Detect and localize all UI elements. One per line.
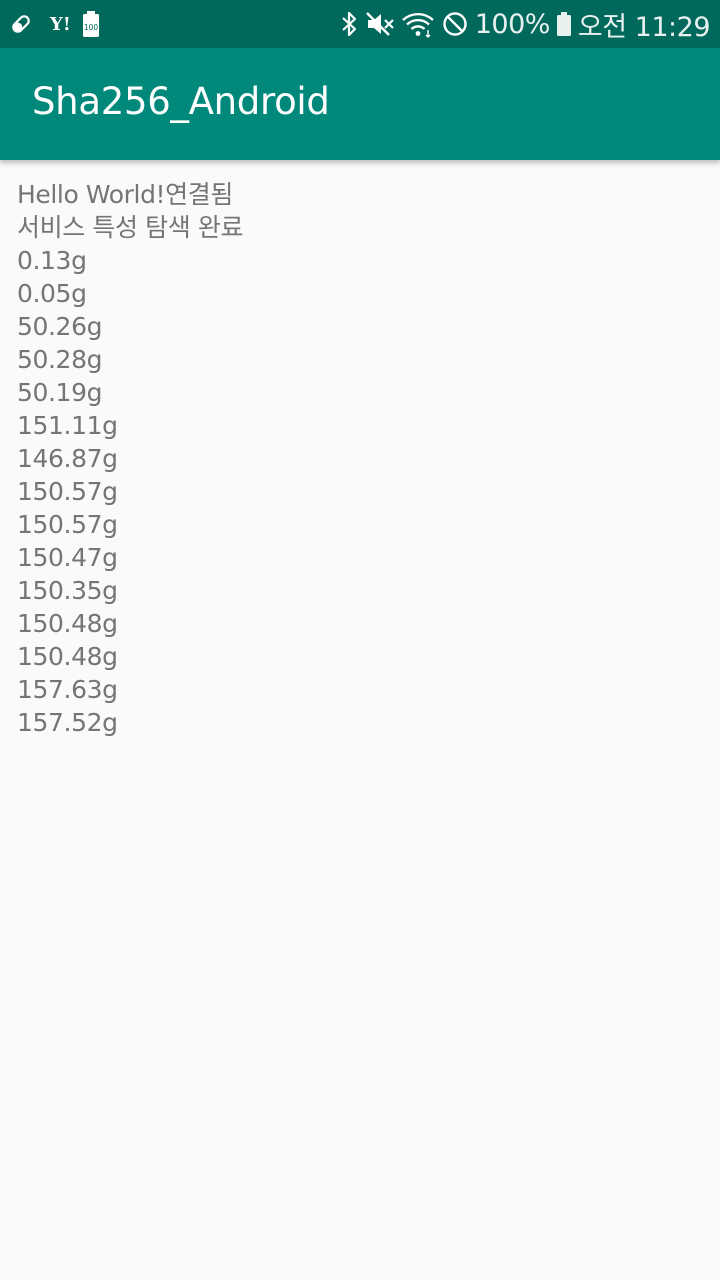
yahoo-icon: Y!: [50, 13, 71, 35]
log-line: 0.05g: [17, 279, 87, 308]
log-line: 150.47g: [17, 543, 118, 572]
mute-icon: [365, 10, 395, 38]
log-line: 157.63g: [17, 675, 118, 704]
log-line: 150.48g: [17, 609, 118, 638]
battery-percent: 100%: [474, 8, 551, 40]
log-line: 151.11g: [17, 411, 118, 440]
do-not-disturb-icon: [441, 10, 469, 38]
system-icons: 100% 오전 11:29: [339, 5, 711, 44]
log-line: 150.57g: [17, 477, 118, 506]
log-line: 150.35g: [17, 576, 118, 605]
app-bar: Sha256_Android: [0, 48, 720, 160]
log-line: 50.28g: [17, 345, 103, 374]
log-line: Hello World!연결됨: [17, 180, 233, 209]
bluetooth-icon: [339, 10, 359, 38]
pill-icon: [8, 11, 34, 37]
log-line: 157.52g: [17, 708, 118, 737]
status-bar: Y! 100 100% 오전 11:29: [0, 0, 720, 48]
wifi-icon: [401, 10, 435, 38]
log-line: 150.48g: [17, 642, 118, 671]
notification-icons: Y! 100: [8, 10, 101, 38]
log-line: 146.87g: [17, 444, 118, 473]
battery-notice-text: 100: [84, 23, 99, 32]
log-line: 서비스 특성 탐색 완료: [17, 213, 244, 242]
battery-100-notification-icon: 100: [81, 10, 101, 38]
status-time: 오전 11:29: [577, 11, 711, 43]
log-line: 50.26g: [17, 312, 103, 341]
log-line: 150.57g: [17, 510, 118, 539]
log-output: Hello World!연결됨 서비스 특성 탐색 완료 0.13g 0.05g…: [17, 178, 697, 739]
log-line: 50.19g: [17, 378, 103, 407]
log-line: 0.13g: [17, 246, 87, 275]
app-title: Sha256_Android: [32, 79, 330, 123]
battery-icon: [556, 10, 572, 38]
